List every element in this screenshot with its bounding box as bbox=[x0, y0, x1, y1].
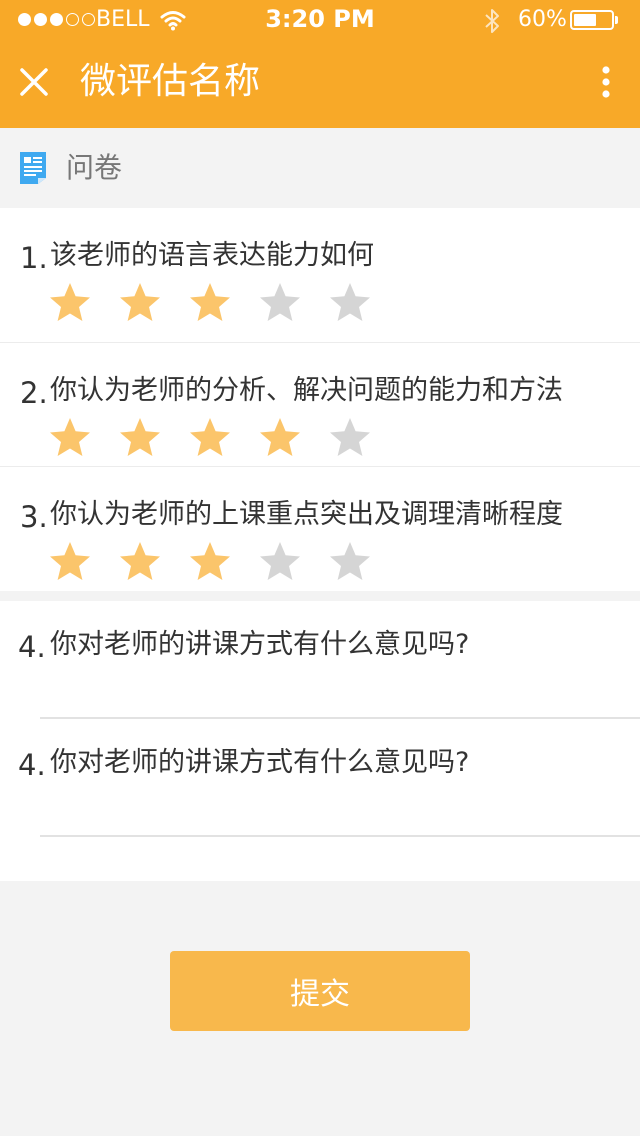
question-text: 你认为老师的分析、解决问题的能力和方法 bbox=[50, 375, 563, 406]
question-number: 4. bbox=[18, 748, 46, 782]
star-filled-icon[interactable] bbox=[47, 539, 93, 585]
rating-question-3: 3. 你认为老师的上课重点突出及调理清晰程度 bbox=[0, 466, 640, 591]
star-filled-icon[interactable] bbox=[47, 280, 93, 326]
open-question-2: 4. 你对老师的讲课方式有什么意见吗? bbox=[0, 719, 640, 837]
question-number: 3. bbox=[20, 500, 48, 534]
questionnaire-header: 问卷 bbox=[0, 128, 640, 208]
star-filled-icon[interactable] bbox=[187, 539, 233, 585]
star-filled-icon[interactable] bbox=[117, 539, 163, 585]
star-empty-icon[interactable] bbox=[327, 415, 373, 461]
battery-nub bbox=[615, 16, 618, 24]
battery-percentage: 60% bbox=[518, 7, 567, 32]
star-filled-icon[interactable] bbox=[117, 280, 163, 326]
nav-bar: 微评估名称 bbox=[0, 40, 640, 128]
submit-button[interactable]: 提交 bbox=[170, 951, 470, 1031]
star-filled-icon[interactable] bbox=[47, 415, 93, 461]
more-vertical-icon bbox=[602, 66, 610, 98]
star-filled-icon[interactable] bbox=[187, 280, 233, 326]
open-question-1: 4. 你对老师的讲课方式有什么意见吗? bbox=[0, 601, 640, 719]
star-empty-icon[interactable] bbox=[327, 280, 373, 326]
star-empty-icon[interactable] bbox=[257, 539, 303, 585]
answer-input-1[interactable] bbox=[40, 677, 640, 719]
bluetooth-icon bbox=[483, 8, 501, 40]
answer-input-2[interactable] bbox=[40, 795, 640, 837]
close-button[interactable] bbox=[10, 58, 58, 106]
status-bar: BELL 3:20 PM 60% bbox=[0, 0, 640, 40]
question-text: 你对老师的讲课方式有什么意见吗? bbox=[50, 629, 470, 660]
more-options-button[interactable] bbox=[588, 58, 624, 106]
document-icon bbox=[18, 150, 48, 190]
question-text: 该老师的语言表达能力如何 bbox=[50, 240, 374, 271]
section-title: 问卷 bbox=[66, 151, 123, 184]
star-filled-icon[interactable] bbox=[117, 415, 163, 461]
open-questions: 4. 你对老师的讲课方式有什么意见吗? 4. 你对老师的讲课方式有什么意见吗? bbox=[0, 601, 640, 881]
star-empty-icon[interactable] bbox=[257, 280, 303, 326]
rating-questions: 1. 该老师的语言表达能力如何 2. 你认为老师的分析、解决问题的能力和方法 3… bbox=[0, 208, 640, 591]
close-icon bbox=[20, 68, 48, 96]
question-text: 你认为老师的上课重点突出及调理清晰程度 bbox=[50, 499, 563, 530]
star-filled-icon[interactable] bbox=[187, 415, 233, 461]
question-number: 4. bbox=[18, 630, 46, 664]
page-title: 微评估名称 bbox=[80, 61, 261, 102]
question-number: 1. bbox=[20, 241, 48, 275]
question-text: 你对老师的讲课方式有什么意见吗? bbox=[50, 747, 470, 778]
app-header: BELL 3:20 PM 60% 微评估名称 bbox=[0, 0, 640, 128]
rating-question-1: 1. 该老师的语言表达能力如何 bbox=[0, 208, 640, 332]
rating-question-2: 2. 你认为老师的分析、解决问题的能力和方法 bbox=[0, 342, 640, 467]
battery-icon bbox=[570, 10, 614, 30]
battery-level bbox=[574, 14, 596, 26]
star-filled-icon[interactable] bbox=[257, 415, 303, 461]
star-empty-icon[interactable] bbox=[327, 539, 373, 585]
question-number: 2. bbox=[20, 376, 48, 410]
